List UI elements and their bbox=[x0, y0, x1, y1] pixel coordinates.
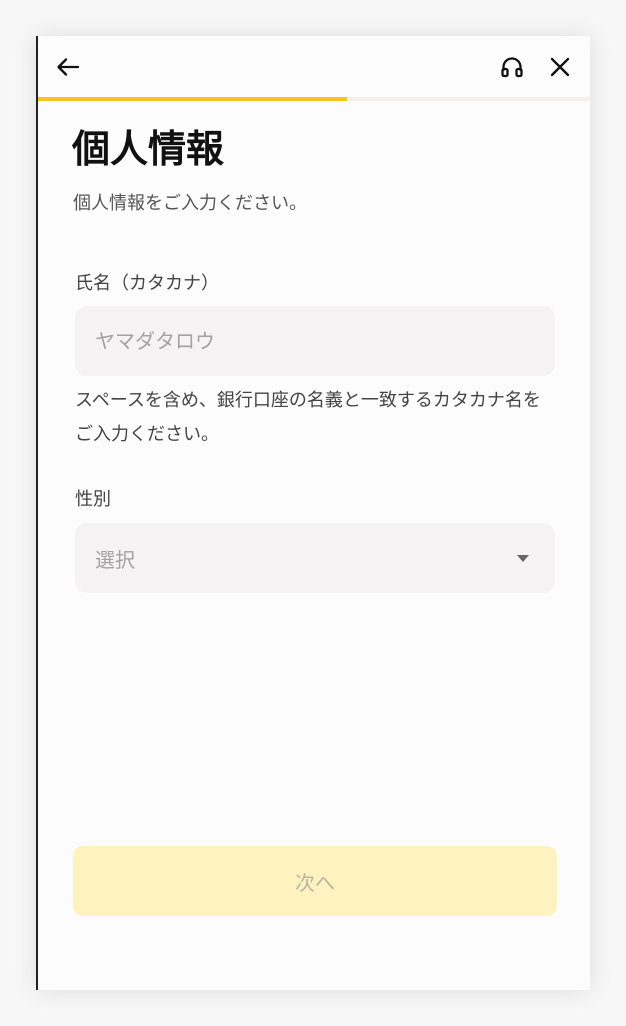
page-subtitle: 個人情報をご入力ください。 bbox=[73, 193, 307, 214]
top-bar bbox=[38, 36, 590, 98]
name-katakana-input[interactable] bbox=[75, 306, 555, 376]
next-button[interactable]: 次へ bbox=[73, 846, 557, 916]
gender-field-label: 性別 bbox=[75, 489, 111, 510]
screen: 個人情報 個人情報をご入力ください。 氏名（カタカナ） スペースを含め、銀行口座… bbox=[36, 36, 590, 990]
caret-down-icon bbox=[517, 554, 529, 562]
headset-icon bbox=[501, 57, 523, 78]
progress-bar-fill bbox=[38, 97, 348, 101]
close-icon bbox=[550, 57, 570, 77]
page-title: 個人情報 bbox=[72, 127, 225, 171]
name-field-label: 氏名（カタカナ） bbox=[75, 273, 219, 294]
gender-select[interactable]: 選択 bbox=[75, 523, 555, 593]
name-helper-text: スペースを含め、銀行口座の名義と一致するカタカナ名をご入力ください。 bbox=[75, 390, 541, 445]
close-button[interactable] bbox=[542, 49, 578, 85]
support-button[interactable] bbox=[494, 49, 530, 85]
arrow-left-icon bbox=[57, 58, 80, 76]
progress-bar bbox=[38, 97, 590, 101]
back-button[interactable] bbox=[50, 49, 86, 85]
gender-select-value: 選択 bbox=[95, 547, 135, 572]
